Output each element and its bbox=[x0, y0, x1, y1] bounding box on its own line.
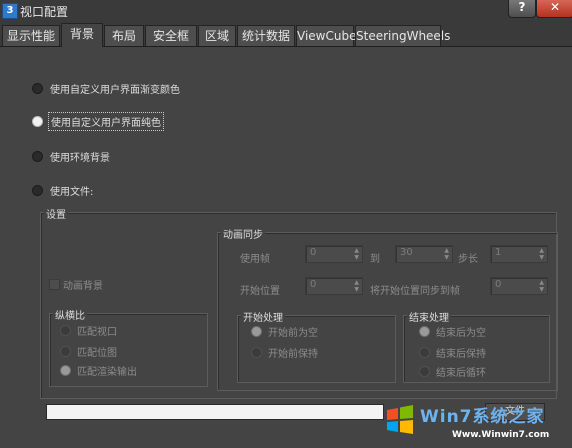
animate-background-label: 动画背景 bbox=[63, 281, 103, 292]
radio-label-gradient-color: 使用自定义用户界面渐变颜色 bbox=[50, 85, 180, 96]
radio-blank-before-start[interactable] bbox=[251, 326, 262, 337]
radio-loop-after-end[interactable] bbox=[419, 366, 430, 377]
start-at-spinner[interactable]: 0 ▲ ▼ bbox=[305, 277, 363, 295]
help-button[interactable]: ? bbox=[508, 0, 536, 18]
step-value: 1 bbox=[495, 247, 502, 258]
radio-label-environment-background: 使用环境背景 bbox=[50, 153, 110, 164]
step-spinner[interactable]: 1 ▲ ▼ bbox=[490, 245, 548, 263]
tab-steeringwheels[interactable]: SteeringWheels bbox=[355, 25, 450, 46]
sync-start-value: 0 bbox=[495, 279, 502, 290]
animate-background-checkbox[interactable] bbox=[49, 279, 60, 290]
radio-label-use-file: 使用文件: bbox=[50, 187, 94, 198]
animation-sync-title: 动画同步 bbox=[221, 226, 265, 241]
radio-label-match-viewport: 匹配视口 bbox=[77, 327, 117, 338]
radio-hold-after-end[interactable] bbox=[419, 347, 430, 358]
tab-safe-frames[interactable]: 安全框 bbox=[145, 25, 197, 46]
use-frame-value: 0 bbox=[310, 247, 317, 258]
sync-start-spinner[interactable]: 0 ▲ ▼ bbox=[490, 277, 548, 295]
radio-blank-after-end[interactable] bbox=[419, 326, 430, 337]
use-frame-spinner[interactable]: 0 ▲ ▼ bbox=[305, 245, 363, 263]
radio-hold-before-start[interactable] bbox=[251, 347, 262, 358]
windows-logo-icon bbox=[387, 405, 413, 434]
radio-use-file[interactable] bbox=[32, 185, 43, 196]
radio-label-blank-before-start: 开始前为空 bbox=[268, 328, 318, 339]
radio-label-match-render-output: 匹配渲染输出 bbox=[77, 367, 137, 378]
title-bar bbox=[0, 0, 572, 22]
step-label: 步长 bbox=[458, 254, 478, 265]
radio-gradient-color[interactable] bbox=[32, 83, 43, 94]
radio-label-blank-after-end: 结束后为空 bbox=[436, 328, 486, 339]
tab-viewcube[interactable]: ViewCube bbox=[296, 25, 356, 46]
radio-label-loop-after-end: 结束后循环 bbox=[436, 368, 486, 379]
app-icon: 3 bbox=[2, 3, 18, 19]
radio-match-render-output[interactable] bbox=[60, 365, 71, 376]
tab-regions[interactable]: 区域 bbox=[198, 25, 236, 46]
close-button[interactable]: ✕ bbox=[536, 0, 572, 18]
radio-label-hold-after-end: 结束后保持 bbox=[436, 349, 486, 360]
tab-layout[interactable]: 布局 bbox=[104, 25, 144, 46]
spinner-arrows-icon: ▲ ▼ bbox=[539, 279, 544, 293]
to-frame-value: 30 bbox=[400, 247, 413, 258]
start-processing-title: 开始处理 bbox=[241, 309, 285, 324]
sync-start-label: 将开始位置同步到帧 bbox=[370, 286, 460, 297]
spinner-arrows-icon: ▲ ▼ bbox=[539, 247, 544, 261]
radio-label-solid-color: 使用自定义用户界面纯色 bbox=[48, 112, 164, 131]
radio-match-viewport[interactable] bbox=[60, 325, 71, 336]
spinner-arrows-icon: ▲ ▼ bbox=[444, 247, 449, 261]
radio-match-bitmap[interactable] bbox=[60, 346, 71, 357]
radio-solid-color[interactable] bbox=[32, 116, 43, 127]
watermark-brand: Win7系统之家 bbox=[420, 407, 545, 427]
tab-display-performance[interactable]: 显示性能 bbox=[2, 25, 60, 46]
watermark-url: Www.Winwin7.com bbox=[452, 430, 550, 440]
file-path-field[interactable] bbox=[46, 404, 384, 420]
tab-background[interactable]: 背景 bbox=[61, 23, 103, 47]
aspect-ratio-title: 纵横比 bbox=[53, 307, 87, 322]
tab-statistics[interactable]: 统计数据 bbox=[237, 25, 295, 46]
to-frame-spinner[interactable]: 30 ▲ ▼ bbox=[395, 245, 453, 263]
radio-label-hold-before-start: 开始前保持 bbox=[268, 349, 318, 360]
window-title: 视口配置 bbox=[20, 5, 69, 19]
spinner-arrows-icon: ▲ ▼ bbox=[354, 279, 359, 293]
start-at-value: 0 bbox=[310, 279, 317, 290]
settings-group-title: 设置 bbox=[44, 206, 68, 221]
use-frame-label: 使用帧 bbox=[240, 254, 270, 265]
to-label: 到 bbox=[370, 254, 380, 265]
radio-label-match-bitmap: 匹配位图 bbox=[77, 348, 117, 359]
start-at-label: 开始位置 bbox=[240, 286, 280, 297]
end-processing-title: 结束处理 bbox=[407, 309, 451, 324]
radio-environment-background[interactable] bbox=[32, 151, 43, 162]
spinner-arrows-icon: ▲ ▼ bbox=[354, 247, 359, 261]
